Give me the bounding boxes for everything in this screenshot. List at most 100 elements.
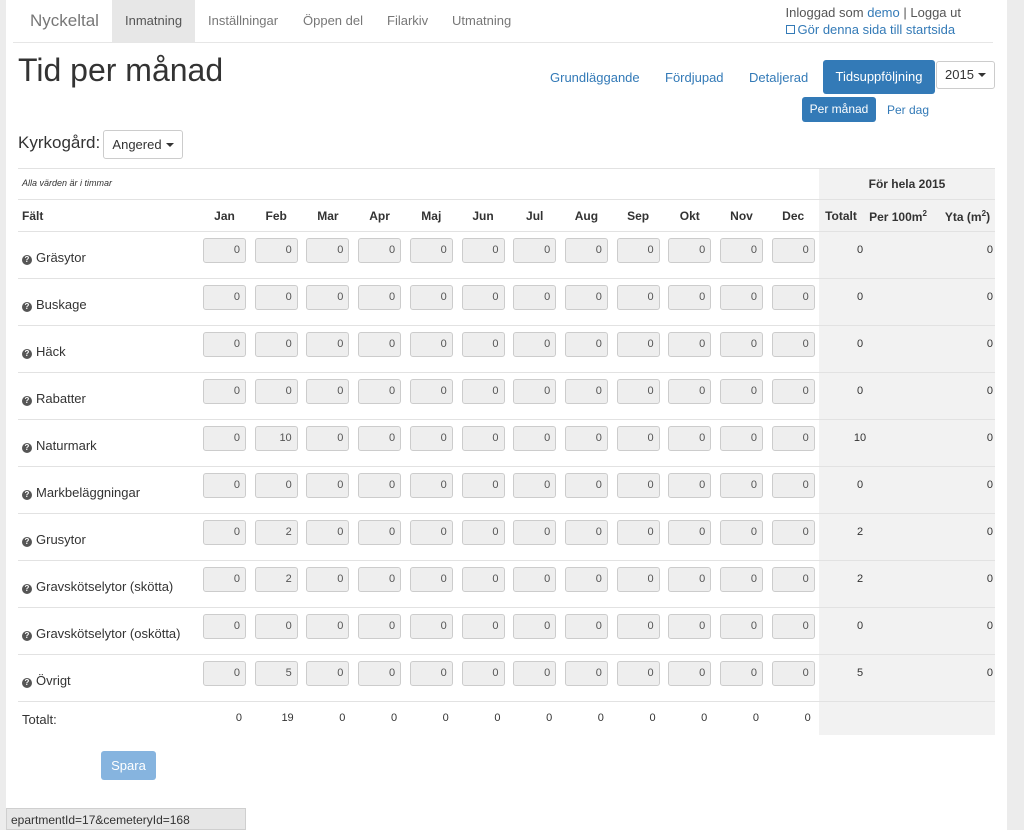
hours-input-maj[interactable]: 0 (409, 238, 453, 263)
hours-input-sep[interactable]: 0 (616, 238, 660, 263)
hours-input-feb[interactable]: 0 (254, 238, 298, 263)
set-startpage-link[interactable]: Gör denna sida till startsida (785, 22, 955, 37)
hours-input-aug[interactable]: 0 (564, 614, 608, 639)
hours-input-dec[interactable]: 0 (771, 473, 815, 498)
nav-item-inmatning[interactable]: Inmatning (112, 0, 196, 42)
hours-input-sep[interactable]: 0 (616, 285, 660, 310)
hours-input-jan[interactable]: 0 (203, 661, 246, 686)
hours-input-nov[interactable]: 0 (720, 238, 763, 263)
hours-input-aug[interactable]: 0 (564, 473, 608, 498)
hours-input-nov[interactable]: 0 (720, 520, 763, 545)
hours-input-nov[interactable]: 0 (720, 614, 763, 639)
hours-input-jun[interactable]: 0 (461, 238, 505, 263)
question-circle-icon[interactable]: ? (22, 396, 32, 406)
hours-input-maj[interactable]: 0 (409, 285, 453, 310)
hours-input-dec[interactable]: 0 (771, 426, 815, 451)
hours-input-sep[interactable]: 0 (616, 426, 660, 451)
hours-input-jun[interactable]: 0 (461, 567, 505, 592)
hours-input-jan[interactable]: 0 (203, 332, 246, 357)
hours-input-dec[interactable]: 0 (771, 238, 815, 263)
hours-input-jun[interactable]: 0 (461, 332, 505, 357)
username-link[interactable]: demo (867, 5, 900, 20)
hours-input-apr[interactable]: 0 (358, 473, 402, 498)
hours-input-feb[interactable]: 0 (254, 332, 298, 357)
save-button[interactable]: Spara (101, 751, 156, 780)
hours-input-nov[interactable]: 0 (720, 332, 763, 357)
hours-input-jul[interactable]: 0 (513, 520, 557, 545)
hours-input-jul[interactable]: 0 (513, 285, 557, 310)
hours-input-sep[interactable]: 0 (616, 661, 660, 686)
hours-input-sep[interactable]: 0 (616, 379, 660, 404)
hours-input-feb[interactable]: 2 (254, 520, 298, 545)
view-fordjupad[interactable]: Fördjupad (665, 70, 724, 85)
hours-input-feb[interactable]: 5 (254, 661, 298, 686)
hours-input-feb[interactable]: 0 (254, 379, 298, 404)
hours-input-okt[interactable]: 0 (668, 567, 712, 592)
hours-input-okt[interactable]: 0 (668, 661, 712, 686)
hours-input-jan[interactable]: 0 (203, 614, 246, 639)
logout-link[interactable]: Logga ut (910, 5, 961, 20)
hours-input-feb[interactable]: 0 (254, 614, 298, 639)
hours-input-mar[interactable]: 0 (306, 379, 350, 404)
hours-input-maj[interactable]: 0 (409, 567, 453, 592)
hours-input-jun[interactable]: 0 (461, 285, 505, 310)
hours-input-jul[interactable]: 0 (513, 426, 557, 451)
hours-input-mar[interactable]: 0 (306, 426, 350, 451)
hours-input-dec[interactable]: 0 (771, 614, 815, 639)
question-circle-icon[interactable]: ? (22, 302, 32, 312)
hours-input-apr[interactable]: 0 (358, 661, 402, 686)
year-dropdown[interactable]: 2015 (936, 61, 995, 89)
nav-item-filarkiv[interactable]: Filarkiv (374, 0, 441, 42)
hours-input-jul[interactable]: 0 (513, 379, 557, 404)
hours-input-jun[interactable]: 0 (461, 379, 505, 404)
hours-input-aug[interactable]: 0 (564, 520, 608, 545)
hours-input-jan[interactable]: 0 (203, 426, 246, 451)
hours-input-nov[interactable]: 0 (720, 661, 763, 686)
hours-input-jul[interactable]: 0 (513, 473, 557, 498)
hours-input-aug[interactable]: 0 (564, 426, 608, 451)
nav-item-utmatning[interactable]: Utmatning (439, 0, 524, 42)
hours-input-apr[interactable]: 0 (358, 520, 402, 545)
hours-input-jul[interactable]: 0 (513, 614, 557, 639)
hours-input-aug[interactable]: 0 (564, 567, 608, 592)
hours-input-mar[interactable]: 0 (306, 614, 350, 639)
hours-input-jul[interactable]: 0 (513, 567, 557, 592)
hours-input-maj[interactable]: 0 (409, 426, 453, 451)
hours-input-mar[interactable]: 0 (306, 238, 350, 263)
hours-input-aug[interactable]: 0 (564, 238, 608, 263)
hours-input-okt[interactable]: 0 (668, 285, 712, 310)
question-circle-icon[interactable]: ? (22, 678, 32, 688)
hours-input-nov[interactable]: 0 (720, 379, 763, 404)
view-tidsuppfoljning-button[interactable]: Tidsuppföljning (823, 60, 935, 94)
per-manad-button[interactable]: Per månad (802, 97, 876, 122)
hours-input-apr[interactable]: 0 (358, 285, 402, 310)
hours-input-nov[interactable]: 0 (720, 473, 763, 498)
hours-input-feb[interactable]: 2 (254, 567, 298, 592)
hours-input-aug[interactable]: 0 (564, 332, 608, 357)
cemetery-dropdown[interactable]: Angered (103, 130, 183, 159)
hours-input-jan[interactable]: 0 (203, 285, 246, 310)
hours-input-jun[interactable]: 0 (461, 520, 505, 545)
question-circle-icon[interactable]: ? (22, 443, 32, 453)
hours-input-okt[interactable]: 0 (668, 520, 712, 545)
hours-input-jun[interactable]: 0 (461, 614, 505, 639)
hours-input-sep[interactable]: 0 (616, 614, 660, 639)
nav-item-installningar[interactable]: Inställningar (195, 0, 291, 42)
hours-input-nov[interactable]: 0 (720, 426, 763, 451)
hours-input-dec[interactable]: 0 (771, 567, 815, 592)
hours-input-jan[interactable]: 0 (203, 520, 246, 545)
hours-input-jul[interactable]: 0 (513, 332, 557, 357)
hours-input-apr[interactable]: 0 (358, 379, 402, 404)
hours-input-aug[interactable]: 0 (564, 661, 608, 686)
hours-input-apr[interactable]: 0 (358, 426, 402, 451)
hours-input-nov[interactable]: 0 (720, 567, 763, 592)
hours-input-jan[interactable]: 0 (203, 567, 246, 592)
hours-input-sep[interactable]: 0 (616, 332, 660, 357)
hours-input-jul[interactable]: 0 (513, 238, 557, 263)
hours-input-apr[interactable]: 0 (358, 332, 402, 357)
hours-input-okt[interactable]: 0 (668, 614, 712, 639)
hours-input-mar[interactable]: 0 (306, 520, 350, 545)
hours-input-dec[interactable]: 0 (771, 332, 815, 357)
hours-input-mar[interactable]: 0 (306, 661, 350, 686)
hours-input-jul[interactable]: 0 (513, 661, 557, 686)
